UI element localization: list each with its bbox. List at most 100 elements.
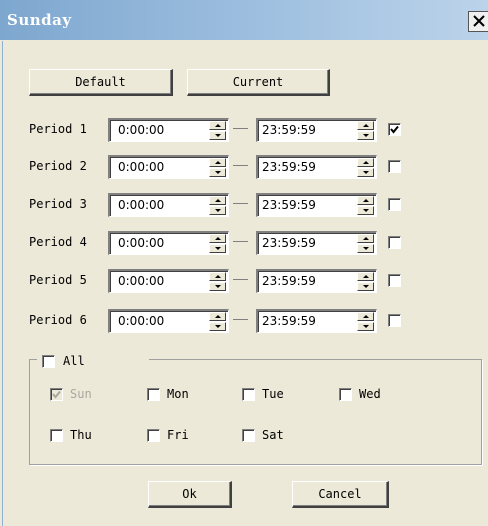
period-end-value: 23:59:59 (262, 160, 316, 174)
period-label: Period 6 (29, 313, 87, 327)
spin-up-icon[interactable] (209, 234, 226, 243)
start-spinner[interactable] (209, 158, 226, 177)
period-enable-checkbox[interactable] (388, 274, 401, 287)
spin-down-icon[interactable] (357, 131, 374, 140)
period-end-value: 23:59:59 (262, 123, 316, 137)
period-enable-checkbox[interactable] (388, 314, 401, 327)
period-enable-checkbox[interactable] (388, 236, 401, 249)
range-separator (233, 279, 248, 280)
ok-button[interactable]: Ok (148, 481, 232, 508)
end-spinner[interactable] (357, 272, 374, 291)
cancel-button[interactable]: Cancel (292, 481, 389, 508)
start-spinner[interactable] (209, 234, 226, 253)
period-label: Period 4 (29, 235, 87, 249)
day-label: Wed (359, 387, 381, 401)
end-spinner[interactable] (357, 121, 374, 140)
range-separator (233, 203, 248, 204)
day-checkbox-fri[interactable] (147, 429, 160, 442)
spin-down-icon[interactable] (357, 322, 374, 331)
day-label: Sat (262, 428, 284, 442)
period-start-field[interactable]: 0:00:00 (108, 193, 229, 217)
spin-up-icon[interactable] (209, 158, 226, 167)
day-label: Tue (262, 387, 284, 401)
check-icon (52, 390, 61, 399)
period-enable-checkbox[interactable] (388, 198, 401, 211)
spin-up-icon[interactable] (357, 312, 374, 321)
period-end-field[interactable]: 23:59:59 (256, 231, 377, 255)
period-start-field[interactable]: 0:00:00 (108, 118, 229, 142)
day-label: Thu (70, 428, 92, 442)
day-checkbox-sun (50, 388, 63, 401)
spin-up-icon[interactable] (209, 196, 226, 205)
spin-down-icon[interactable] (209, 282, 226, 291)
period-end-field[interactable]: 23:59:59 (256, 118, 377, 142)
end-spinner[interactable] (357, 158, 374, 177)
spin-down-icon[interactable] (357, 244, 374, 253)
spin-down-icon[interactable] (209, 206, 226, 215)
period-start-value: 0:00:00 (118, 160, 165, 174)
current-button[interactable]: Current (187, 69, 330, 96)
period-enable-checkbox[interactable] (388, 123, 401, 136)
spin-up-icon[interactable] (357, 121, 374, 130)
period-end-value: 23:59:59 (262, 198, 316, 212)
period-end-value: 23:59:59 (262, 274, 316, 288)
spin-down-icon[interactable] (209, 131, 226, 140)
day-checkbox-tue[interactable] (242, 388, 255, 401)
period-start-field[interactable]: 0:00:00 (108, 269, 229, 293)
spin-down-icon[interactable] (209, 244, 226, 253)
range-separator (233, 165, 248, 166)
period-start-field[interactable]: 0:00:00 (108, 309, 229, 333)
spin-down-icon[interactable] (209, 168, 226, 177)
period-end-field[interactable]: 23:59:59 (256, 193, 377, 217)
period-start-field[interactable]: 0:00:00 (108, 231, 229, 255)
period-end-field[interactable]: 23:59:59 (256, 155, 377, 179)
spin-down-icon[interactable] (357, 206, 374, 215)
spin-up-icon[interactable] (357, 196, 374, 205)
period-end-field[interactable]: 23:59:59 (256, 269, 377, 293)
day-label: Mon (167, 387, 189, 401)
period-end-field[interactable]: 23:59:59 (256, 309, 377, 333)
day-checkbox-wed[interactable] (339, 388, 352, 401)
period-label: Period 5 (29, 273, 87, 287)
range-separator (233, 128, 248, 129)
check-icon (390, 125, 399, 134)
spin-down-icon[interactable] (209, 322, 226, 331)
spin-up-icon[interactable] (357, 234, 374, 243)
day-checkbox-sat[interactable] (242, 429, 255, 442)
period-end-value: 23:59:59 (262, 236, 316, 250)
period-start-value: 0:00:00 (118, 198, 165, 212)
end-spinner[interactable] (357, 196, 374, 215)
all-days-checkbox[interactable] (42, 355, 55, 368)
day-label: Fri (167, 428, 189, 442)
period-start-value: 0:00:00 (118, 314, 165, 328)
period-label: Period 3 (29, 197, 87, 211)
close-icon (473, 15, 485, 27)
close-button[interactable] (468, 11, 488, 32)
end-spinner[interactable] (357, 312, 374, 331)
day-checkbox-mon[interactable] (147, 388, 160, 401)
spin-up-icon[interactable] (357, 272, 374, 281)
period-start-value: 0:00:00 (118, 236, 165, 250)
default-button[interactable]: Default (29, 69, 173, 96)
start-spinner[interactable] (209, 121, 226, 140)
title-bar[interactable]: Sunday (0, 0, 488, 40)
start-spinner[interactable] (209, 312, 226, 331)
spin-down-icon[interactable] (357, 168, 374, 177)
range-separator (233, 319, 248, 320)
day-group-box (29, 359, 482, 465)
spin-up-icon[interactable] (209, 312, 226, 321)
spin-up-icon[interactable] (357, 158, 374, 167)
start-spinner[interactable] (209, 196, 226, 215)
period-label: Period 1 (29, 122, 87, 136)
day-checkbox-thu[interactable] (50, 429, 63, 442)
spin-up-icon[interactable] (209, 121, 226, 130)
range-separator (233, 241, 248, 242)
spin-up-icon[interactable] (209, 272, 226, 281)
period-start-field[interactable]: 0:00:00 (108, 155, 229, 179)
spin-down-icon[interactable] (357, 282, 374, 291)
all-days-label: All (63, 354, 85, 368)
period-enable-checkbox[interactable] (388, 160, 401, 173)
period-end-value: 23:59:59 (262, 314, 316, 328)
start-spinner[interactable] (209, 272, 226, 291)
end-spinner[interactable] (357, 234, 374, 253)
